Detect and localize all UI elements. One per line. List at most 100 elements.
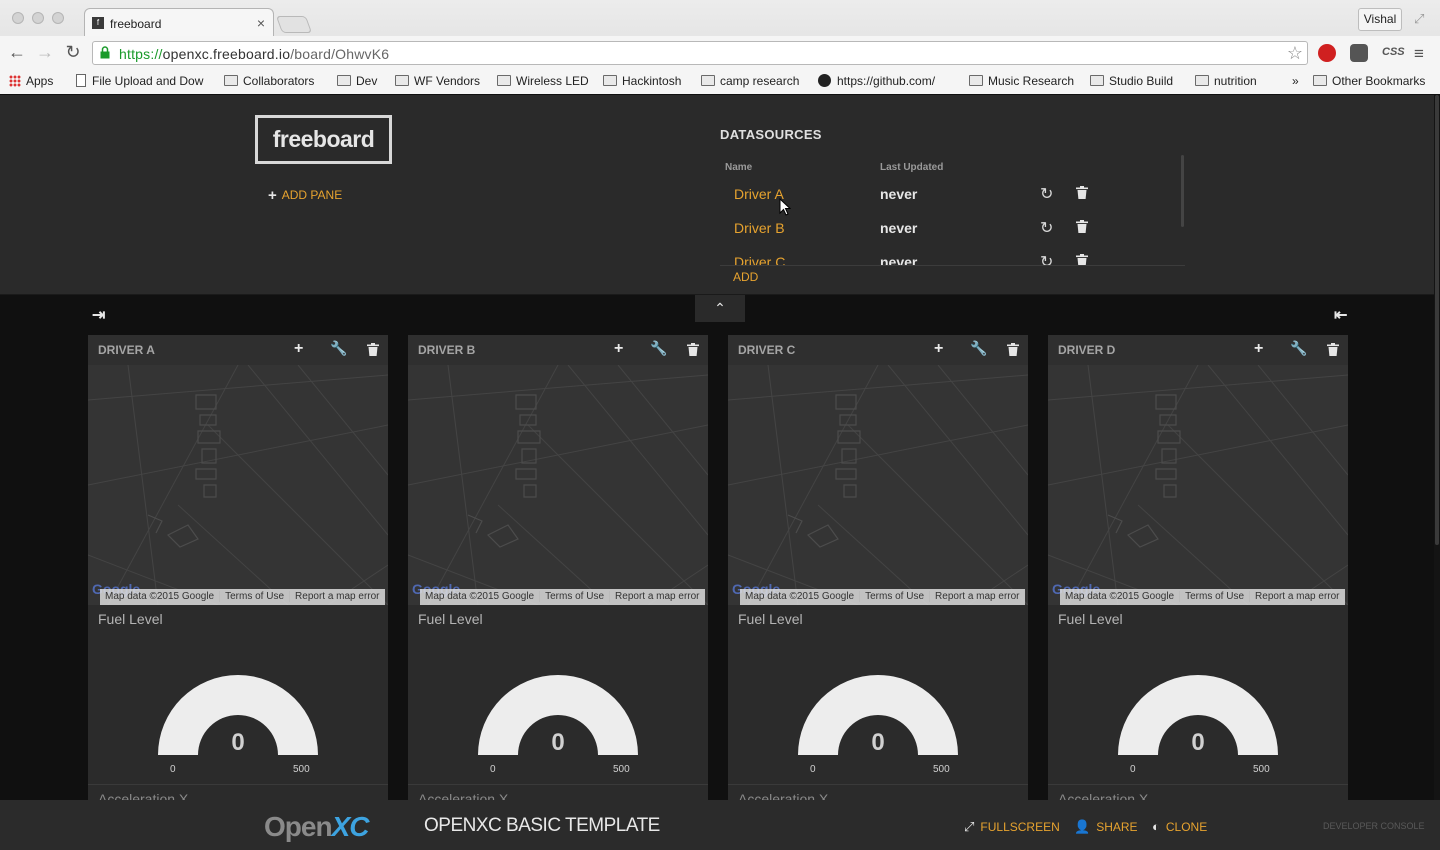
scrollbar-thumb[interactable] — [1435, 95, 1439, 545]
trash-icon[interactable] — [367, 343, 379, 356]
fullscreen-resize-icon[interactable]: ⤢ — [1414, 11, 1424, 27]
widget-title: Fuel Level — [418, 611, 483, 627]
close-tab-icon[interactable]: × — [257, 15, 265, 31]
clone-button[interactable]: ◐ CLONE — [1152, 819, 1207, 834]
google-map[interactable]: GoogleMap data ©2015 GoogleTerms of UseR… — [408, 365, 708, 605]
reload-icon[interactable]: ↻ — [62, 42, 84, 63]
minimize-window-button[interactable] — [32, 12, 44, 24]
map-data-credit: Map data ©2015 Google — [745, 591, 855, 602]
google-map[interactable]: GoogleMap data ©2015 GoogleTerms of UseR… — [1048, 365, 1348, 605]
folder-icon — [701, 75, 715, 86]
zoom-window-button[interactable] — [52, 12, 64, 24]
back-arrow-icon[interactable]: ← — [6, 42, 28, 63]
refresh-icon[interactable]: ↻ — [1040, 252, 1053, 266]
datasource-scrollbar[interactable] — [1181, 155, 1184, 227]
bookmark-music-research[interactable]: Music Research — [969, 74, 1074, 88]
bookmark-wireless-led[interactable]: Wireless LED — [497, 74, 589, 88]
dashboard-pane: DRIVER B+🔧GoogleMap data ©2015 GoogleTer… — [408, 335, 708, 805]
terms-of-use-link[interactable]: Terms of Use — [1179, 591, 1250, 602]
trash-icon[interactable] — [1327, 343, 1339, 356]
css-extension-icon[interactable]: CSS — [1382, 46, 1405, 58]
report-map-error-link[interactable]: Report a map error — [289, 591, 385, 602]
tab-title: freeboard — [110, 17, 162, 31]
gauge-value: 0 — [871, 729, 885, 756]
url-text: https://openxc.freeboard.io/board/OhwvK6 — [119, 46, 390, 62]
chrome-menu-icon[interactable]: ≡ — [1414, 44, 1424, 64]
report-map-error-link[interactable]: Report a map error — [609, 591, 705, 602]
gauge-min-label: 0 — [1130, 764, 1136, 775]
bookmark-hackintosh[interactable]: Hackintosh — [603, 74, 681, 88]
trash-icon[interactable] — [1007, 343, 1019, 356]
google-map[interactable]: GoogleMap data ©2015 GoogleTerms of UseR… — [728, 365, 1028, 605]
share-button[interactable]: 👤 SHARE — [1074, 819, 1138, 835]
datasource-name-link[interactable]: Driver A — [734, 186, 784, 202]
bookmark-nutrition[interactable]: nutrition — [1195, 74, 1257, 88]
folder-icon — [337, 75, 351, 86]
bookmark-collaborators[interactable]: Collaborators — [224, 74, 314, 88]
pane-title: DRIVER C — [738, 343, 796, 357]
report-map-error-link[interactable]: Report a map error — [929, 591, 1025, 602]
map-roads — [1048, 365, 1348, 605]
footer-bar: OpenXC OPENXC BASIC TEMPLATE ⤢ FULLSCREEN… — [0, 800, 1440, 850]
folder-icon — [395, 75, 409, 86]
address-bar[interactable]: https://openxc.freeboard.io/board/OhwvK6… — [92, 41, 1308, 65]
add-widget-icon[interactable]: + — [934, 340, 943, 358]
refresh-icon[interactable]: ↻ — [1040, 184, 1053, 204]
add-datasource-button[interactable]: ADD — [733, 270, 758, 284]
folder-icon — [497, 75, 511, 86]
profile-button[interactable]: Vishal — [1358, 8, 1402, 31]
terms-of-use-link[interactable]: Terms of Use — [219, 591, 290, 602]
gauge-value: 0 — [1191, 729, 1205, 756]
bookmark-other-bookmarks[interactable]: Other Bookmarks — [1313, 74, 1425, 88]
bookmarks-overflow-chevron[interactable]: » — [1292, 74, 1299, 88]
close-window-button[interactable] — [12, 12, 24, 24]
google-map[interactable]: GoogleMap data ©2015 GoogleTerms of UseR… — [88, 365, 388, 605]
trash-icon[interactable] — [1076, 220, 1088, 233]
bookmark-github[interactable]: https://github.com/ — [818, 74, 935, 88]
wrench-icon[interactable]: 🔧 — [970, 340, 987, 357]
bookmark-dev[interactable]: Dev — [337, 74, 377, 88]
expand-right-icon[interactable]: ⇤ — [1334, 305, 1347, 325]
freeboard-logo: freeboard — [255, 115, 392, 164]
wrench-icon[interactable]: 🔧 — [1290, 340, 1307, 357]
mouse-cursor-icon — [779, 198, 791, 216]
expand-left-icon[interactable]: ⇥ — [92, 305, 105, 325]
lock-icon — [100, 46, 110, 59]
freeboard-favicon-icon: f — [92, 17, 104, 29]
add-widget-icon[interactable]: + — [1254, 340, 1263, 358]
forward-arrow-icon[interactable]: → — [34, 42, 56, 63]
wrench-icon[interactable]: 🔧 — [650, 340, 667, 357]
bookmark-wf-vendors[interactable]: WF Vendors — [395, 74, 480, 88]
developer-console-link[interactable]: DEVELOPER CONSOLE — [1323, 821, 1425, 831]
fullscreen-button[interactable]: ⤢ FULLSCREEN — [964, 819, 1060, 835]
widget-divider — [1048, 784, 1348, 785]
collapse-header-button[interactable]: ⌃ — [695, 295, 745, 322]
apps-icon — [9, 75, 21, 87]
widget-title: Fuel Level — [738, 611, 803, 627]
trash-icon[interactable] — [687, 343, 699, 356]
adblock-extension-icon[interactable] — [1318, 44, 1336, 62]
datasource-last-updated: never — [880, 220, 918, 236]
report-map-error-link[interactable]: Report a map error — [1249, 591, 1345, 602]
bookmark-file-upload[interactable]: File Upload and Dow — [76, 74, 203, 88]
new-tab-button[interactable] — [275, 16, 313, 33]
bookmark-apps[interactable]: Apps — [9, 74, 53, 88]
add-widget-icon[interactable]: + — [614, 340, 623, 358]
page-scrollbar[interactable] — [1434, 95, 1440, 800]
bookmark-studio-build[interactable]: Studio Build — [1090, 74, 1173, 88]
add-pane-button[interactable]: + ADD PANE — [268, 187, 342, 204]
gauge-min-label: 0 — [170, 764, 176, 775]
bookmark-star-icon[interactable]: ☆ — [1287, 43, 1303, 64]
bookmark-camp-research[interactable]: camp research — [701, 74, 799, 88]
browser-tab[interactable]: f freeboard × — [84, 8, 274, 36]
terms-of-use-link[interactable]: Terms of Use — [859, 591, 930, 602]
pocket-extension-icon[interactable] — [1350, 44, 1368, 62]
datasource-name-link[interactable]: Driver B — [734, 220, 785, 236]
gauge-max-label: 500 — [1253, 764, 1270, 775]
add-widget-icon[interactable]: + — [294, 340, 303, 358]
terms-of-use-link[interactable]: Terms of Use — [539, 591, 610, 602]
datasource-last-updated: never — [880, 186, 918, 202]
trash-icon[interactable] — [1076, 186, 1088, 199]
wrench-icon[interactable]: 🔧 — [330, 340, 347, 357]
refresh-icon[interactable]: ↻ — [1040, 218, 1053, 238]
